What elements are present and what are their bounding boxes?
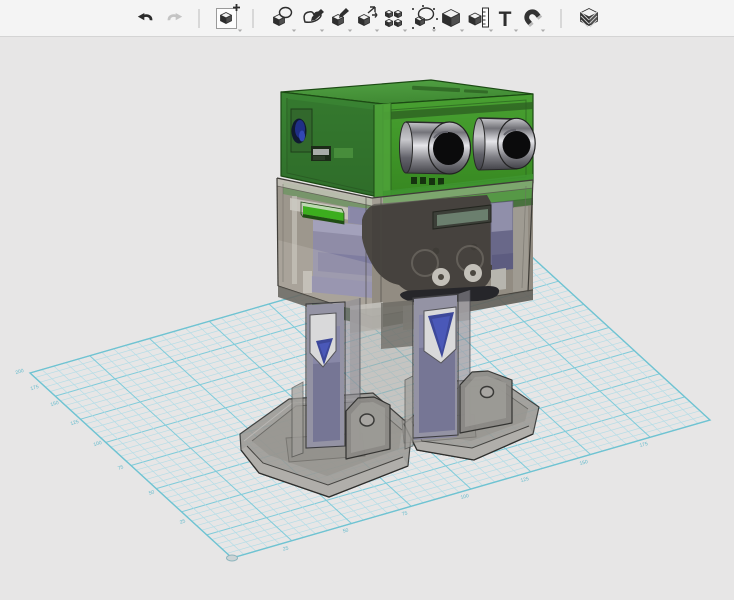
svg-text:100: 100 [460,493,470,501]
svg-text:175: 175 [639,441,649,449]
svg-text:50: 50 [342,527,349,534]
svg-text:125: 125 [70,419,80,427]
svg-text:125: 125 [520,476,530,484]
svg-text:150: 150 [50,400,60,408]
svg-text:50: 50 [148,489,155,496]
svg-text:175: 175 [30,384,40,392]
svg-text:25: 25 [179,518,186,525]
svg-text:100: 100 [93,440,103,448]
svg-text:T: T [499,8,512,31]
svg-text:150: 150 [579,459,589,467]
svg-text:75: 75 [117,464,124,471]
svg-text:25: 25 [282,545,289,552]
svg-text:75: 75 [401,510,408,517]
svg-text:200: 200 [15,368,25,376]
